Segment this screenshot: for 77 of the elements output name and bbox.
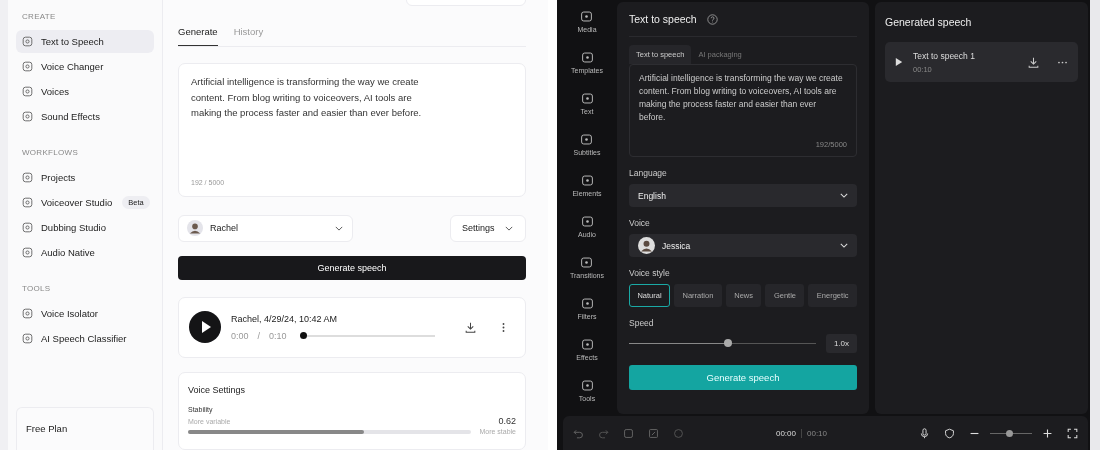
menu-item-icon xyxy=(22,333,33,344)
field-label: Speed xyxy=(629,318,655,328)
sidebar-item[interactable]: Voices xyxy=(16,80,154,103)
section-heading: CREATE xyxy=(21,12,57,21)
download-icon[interactable] xyxy=(465,321,476,333)
progress-track[interactable] xyxy=(302,334,435,337)
chevron-down-icon xyxy=(840,243,848,248)
tab[interactable]: Generate xyxy=(178,26,218,46)
total-duration: 00:10 xyxy=(807,428,828,438)
sidebar-item[interactable]: Projects xyxy=(16,166,154,189)
chevron-down-icon xyxy=(335,225,343,231)
section-heading: TOOLS xyxy=(21,284,52,293)
sidebar-item[interactable]: AI Speech Classifier xyxy=(16,327,154,350)
tool-icon xyxy=(580,297,594,310)
voice-select[interactable]: Rachel xyxy=(178,214,353,242)
menu-item-icon xyxy=(22,247,33,258)
tool-icon xyxy=(580,174,594,187)
undo-icon[interactable] xyxy=(573,427,584,439)
field-label: Voice xyxy=(629,218,651,228)
tool-icon xyxy=(580,10,594,23)
avatar-icon xyxy=(638,237,655,254)
sidebar-item[interactable]: Voice Isolator xyxy=(16,302,154,325)
tool-icon xyxy=(580,256,594,269)
chevron-down-icon xyxy=(504,225,513,231)
progress-handle[interactable] xyxy=(299,331,307,339)
stability-slider[interactable] xyxy=(188,429,472,434)
settings-button[interactable]: Settings xyxy=(450,214,526,242)
recording-title: Rachel, 4/29/24, 10:42 AM xyxy=(231,313,339,324)
tool-icon xyxy=(580,338,594,351)
menu-item-icon xyxy=(22,111,33,122)
tool-icon xyxy=(580,379,594,392)
tool-icon xyxy=(580,215,594,228)
microphone-icon[interactable] xyxy=(919,427,930,439)
sidebar-item[interactable]: Audio Native xyxy=(16,241,154,264)
sidebar-item[interactable]: Text to Speech xyxy=(16,30,154,53)
panel-title: Generated speech xyxy=(885,15,973,30)
sidebar-item[interactable]: Voice Changer xyxy=(16,55,154,78)
play-icon[interactable] xyxy=(895,57,903,67)
generate-speech-button[interactable]: Generate speech xyxy=(178,255,526,280)
chevron-down-icon xyxy=(840,193,848,198)
section-heading: WORKFLOWS xyxy=(21,148,80,157)
shield-icon[interactable] xyxy=(944,427,955,439)
menu-item-icon xyxy=(22,222,33,233)
plan-title: Free Plan xyxy=(26,423,68,434)
slider-thumb[interactable] xyxy=(724,339,733,347)
menu-item-icon xyxy=(22,308,33,319)
split-icon[interactable] xyxy=(648,427,659,439)
menu-item-icon xyxy=(22,36,33,47)
sidebar-item[interactable]: Dubbing Studio xyxy=(16,216,154,239)
panel-title: Text to speech xyxy=(629,13,697,25)
current-time: 00:00 xyxy=(775,428,796,438)
card-title: Voice Settings xyxy=(188,385,247,395)
avatar-icon xyxy=(187,220,203,237)
sidebar-item[interactable]: Sound Effects xyxy=(16,105,154,128)
language-select[interactable]: English xyxy=(629,184,857,207)
menu-item-icon xyxy=(22,61,33,72)
crop-icon[interactable] xyxy=(623,427,634,439)
speech-title: Text to speech 1 xyxy=(913,50,976,61)
menu-item-icon xyxy=(22,197,33,208)
play-button[interactable] xyxy=(189,311,221,344)
slider-value: 0.62 xyxy=(498,416,516,426)
tool-icon xyxy=(580,92,594,105)
current-time: 0:00 xyxy=(231,330,249,341)
speed-value[interactable]: 1.0x xyxy=(825,334,857,353)
help-icon[interactable] xyxy=(706,13,718,25)
zoom-in-icon[interactable] xyxy=(1042,427,1053,439)
menu-item-icon xyxy=(22,172,33,183)
menu-item-icon xyxy=(22,86,33,97)
tool-icon xyxy=(580,51,594,64)
field-label: Voice style xyxy=(629,268,671,278)
tool-icon xyxy=(580,133,594,146)
zoom-thumb[interactable] xyxy=(1005,429,1013,437)
fullscreen-icon[interactable] xyxy=(1067,427,1078,439)
time-separator: / xyxy=(257,330,261,341)
voice-select[interactable]: Jessica xyxy=(629,234,857,257)
duration: 0:10 xyxy=(269,330,287,341)
field-label: Language xyxy=(629,168,668,178)
